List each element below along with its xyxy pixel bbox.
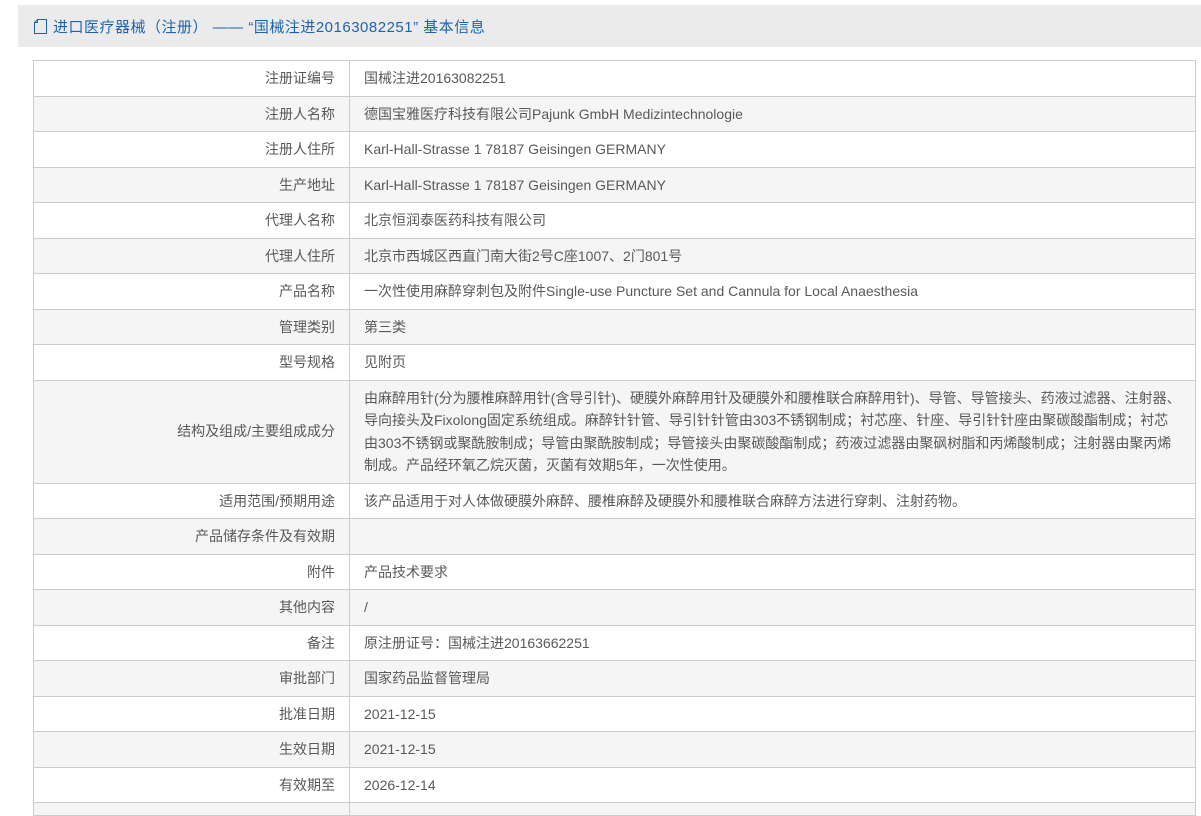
row-label: 代理人名称 — [33, 202, 350, 239]
row-label: 生效日期 — [33, 731, 350, 768]
row-label: 生产地址 — [33, 166, 350, 203]
row-label: 附件 — [33, 553, 350, 590]
row-value: 见附页 — [349, 344, 1196, 381]
row-value: 由麻醉用针(分为腰椎麻醉用针(含导引针)、硬膜外麻醉用针及硬膜外和腰椎联合麻醉用… — [349, 379, 1196, 484]
row-value: 2026-12-14 — [349, 766, 1196, 803]
row-label: 管理类别 — [33, 308, 350, 345]
row-value: 北京恒润泰医药科技有限公司 — [349, 202, 1196, 239]
table-row: 审批部门 国家药品监督管理局 — [33, 660, 1196, 697]
table-body: 注册证编号 国械注进20163082251 注册人名称 德国宝雅医疗科技有限公司Paj… — [33, 60, 1196, 816]
row-label: 有效期至 — [33, 766, 350, 803]
registration-info-table: 注册证编号 国械注进20163082251 注册人名称 德国宝雅医疗科技有限公司Paj… — [33, 60, 1196, 816]
row-label: 注册证编号 — [33, 60, 350, 97]
row-value: 国械注进20163082251 — [349, 60, 1196, 97]
row-label: 结构及组成/主要组成成分 — [33, 379, 350, 484]
page-title: 进口医疗器械（注册） —— “国械注进20163082251” 基本信息 — [53, 18, 486, 36]
table-row: 其他内容 / — [33, 589, 1196, 626]
row-label: 型号规格 — [33, 344, 350, 381]
row-label: 备注 — [33, 624, 350, 661]
row-value: 国家药品监督管理局 — [349, 660, 1196, 697]
table-row: 结构及组成/主要组成成分 由麻醉用针(分为腰椎麻醉用针(含导引针)、硬膜外麻醉用针… — [33, 379, 1196, 484]
table-row: 备注 原注册证号：国械注进20163662251 — [33, 624, 1196, 661]
row-label — [33, 802, 350, 816]
table-row: 注册人名称 德国宝雅医疗科技有限公司Pajunk GmbH Medizintech… — [33, 95, 1196, 132]
row-value: 2021-12-15 — [349, 731, 1196, 768]
table-row: 产品名称 一次性使用麻醉穿刺包及附件Single-use Puncture Set… — [33, 273, 1196, 310]
row-value — [349, 518, 1196, 555]
row-value: 2021-12-15 — [349, 695, 1196, 732]
table-row-partial — [33, 802, 1196, 816]
table-row: 注册证编号 国械注进20163082251 — [33, 60, 1196, 97]
row-value: / — [349, 589, 1196, 626]
row-label: 其他内容 — [33, 589, 350, 626]
row-label: 产品储存条件及有效期 — [33, 518, 350, 555]
row-label: 注册人名称 — [33, 95, 350, 132]
document-icon — [34, 18, 47, 34]
table-row: 批准日期 2021-12-15 — [33, 695, 1196, 732]
table-row: 代理人名称 北京恒润泰医药科技有限公司 — [33, 202, 1196, 239]
row-label: 注册人住所 — [33, 131, 350, 168]
page-header: 进口医疗器械（注册） —— “国械注进20163082251” 基本信息 — [18, 5, 1201, 47]
row-value: 德国宝雅医疗科技有限公司Pajunk GmbH Medizintechnolog… — [349, 95, 1196, 132]
table-row: 生产地址 Karl-Hall-Strasse 1 78187 Geisingen … — [33, 166, 1196, 203]
row-value: 第三类 — [349, 308, 1196, 345]
row-label: 适用范围/预期用途 — [33, 482, 350, 519]
table-row: 产品储存条件及有效期 — [33, 518, 1196, 555]
row-value — [349, 802, 1196, 816]
table-row: 注册人住所 Karl-Hall-Strasse 1 78187 Geisingen… — [33, 131, 1196, 168]
row-value: 北京市西城区西直门南大街2号C座1007、2门801号 — [349, 237, 1196, 274]
row-value: 一次性使用麻醉穿刺包及附件Single-use Puncture Set and… — [349, 273, 1196, 310]
table-row: 管理类别 第三类 — [33, 308, 1196, 345]
row-value: 该产品适用于对人体做硬膜外麻醉、腰椎麻醉及硬膜外和腰椎联合麻醉方法进行穿刺、注射… — [349, 482, 1196, 519]
row-label: 批准日期 — [33, 695, 350, 732]
row-label: 产品名称 — [33, 273, 350, 310]
row-value: 产品技术要求 — [349, 553, 1196, 590]
row-value: Karl-Hall-Strasse 1 78187 Geisingen GERM… — [349, 131, 1196, 168]
row-value: 原注册证号：国械注进20163662251 — [349, 624, 1196, 661]
table-row: 适用范围/预期用途 该产品适用于对人体做硬膜外麻醉、腰椎麻醉及硬膜外和腰椎联合麻醉… — [33, 482, 1196, 519]
row-label: 代理人住所 — [33, 237, 350, 274]
table-row: 型号规格 见附页 — [33, 344, 1196, 381]
table-row: 有效期至 2026-12-14 — [33, 766, 1196, 803]
table-row: 附件 产品技术要求 — [33, 553, 1196, 590]
table-row: 生效日期 2021-12-15 — [33, 731, 1196, 768]
row-label: 审批部门 — [33, 660, 350, 697]
table-row: 代理人住所 北京市西城区西直门南大街2号C座1007、2门801号 — [33, 237, 1196, 274]
row-value: Karl-Hall-Strasse 1 78187 Geisingen GERM… — [349, 166, 1196, 203]
